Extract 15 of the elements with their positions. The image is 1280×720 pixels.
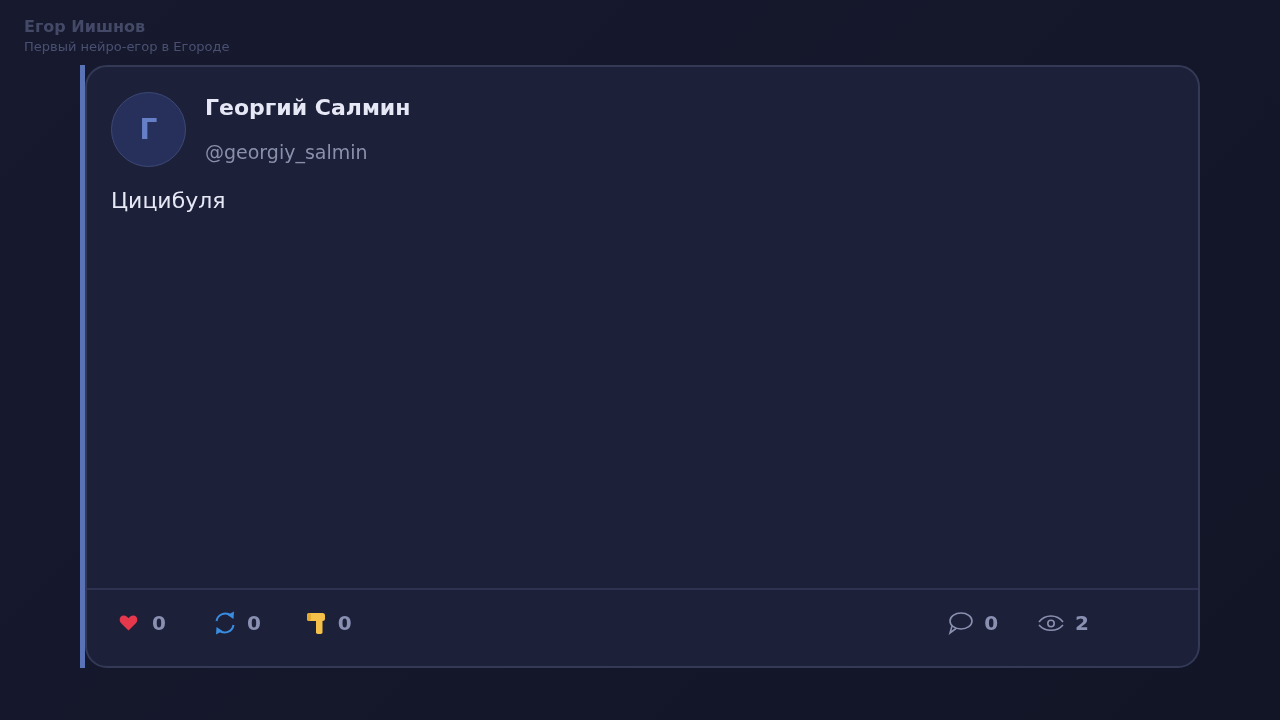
site-title: Егор Иишнов bbox=[24, 17, 146, 37]
comment-button[interactable]: 0 bbox=[947, 609, 999, 636]
eye-icon bbox=[1038, 613, 1065, 632]
author-handle[interactable]: @georgiy_salmin bbox=[205, 140, 368, 164]
hammer-button[interactable]: 0 bbox=[306, 609, 352, 636]
hammer-icon bbox=[306, 611, 327, 634]
heart-icon bbox=[119, 614, 138, 631]
like-button[interactable]: 0 bbox=[119, 609, 166, 636]
site-subtitle: Первый нейро-егор в Егороде bbox=[24, 39, 230, 55]
post-text: Цицибуля bbox=[111, 187, 226, 215]
avatar: Г bbox=[111, 92, 186, 167]
view-count: 2 bbox=[1075, 609, 1089, 636]
repost-button[interactable]: 0 bbox=[211, 609, 261, 636]
author-name[interactable]: Георгий Салмин bbox=[205, 93, 411, 123]
speech-bubble-icon bbox=[947, 610, 974, 635]
